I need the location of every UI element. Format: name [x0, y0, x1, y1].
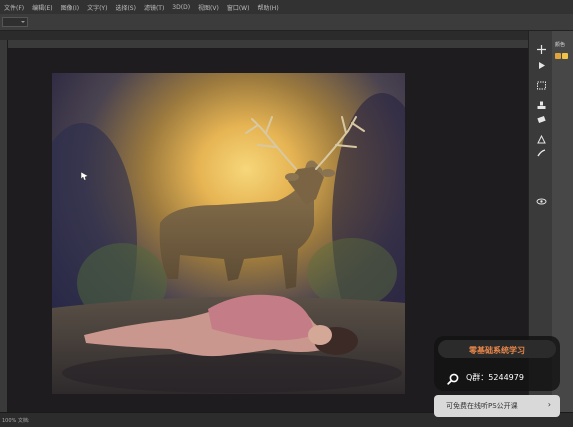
- vertical-ruler[interactable]: [0, 40, 8, 412]
- play-icon[interactable]: [536, 61, 547, 70]
- tool-preset-dropdown[interactable]: [2, 17, 28, 27]
- menu-bar: 文件(F) 编辑(E) 图像(I) 文字(Y) 选择(S) 滤镜(T) 3D(D…: [0, 0, 573, 14]
- menu-edit[interactable]: 编辑(E): [28, 3, 56, 12]
- qq-group-number: Q群：5244979: [466, 373, 524, 382]
- promo-title: 零基础系统学习: [469, 346, 525, 355]
- chevron-right-icon: ›: [547, 400, 551, 409]
- document-tab-bar[interactable]: [0, 31, 528, 40]
- menu-view[interactable]: 视图(V): [194, 3, 223, 12]
- pen-tool-icon[interactable]: [536, 135, 547, 144]
- search-icon: [447, 370, 459, 385]
- horizontal-ruler[interactable]: [8, 40, 528, 55]
- options-bar: [0, 14, 573, 31]
- menu-type[interactable]: 文字(Y): [83, 3, 111, 12]
- promo-overlay: 零基础系统学习 Q群：5244979: [434, 336, 560, 391]
- menu-help[interactable]: 帮助(H): [253, 3, 282, 12]
- background-swatch[interactable]: [562, 53, 568, 59]
- menu-window[interactable]: 窗口(W): [223, 3, 254, 12]
- eye-icon[interactable]: [536, 197, 547, 206]
- mouse-cursor-icon: [80, 166, 90, 181]
- menu-select[interactable]: 选择(S): [111, 3, 140, 12]
- free-course-label: 可免费在线听PS公开课: [446, 402, 518, 410]
- selection-tool-icon[interactable]: [536, 81, 547, 90]
- menu-image[interactable]: 图像(I): [57, 3, 83, 12]
- panel-label-color[interactable]: 颜色: [555, 41, 565, 48]
- menu-filter[interactable]: 滤镜(T): [140, 3, 168, 12]
- zoom-status[interactable]: 100% 文档:: [2, 417, 30, 424]
- stamp-tool-icon[interactable]: [536, 101, 547, 110]
- eraser-tool-icon[interactable]: [536, 115, 547, 124]
- move-tool-icon[interactable]: [536, 45, 547, 54]
- artwork-image[interactable]: [52, 73, 405, 394]
- free-course-button[interactable]: 可免费在线听PS公开课 ›: [434, 395, 560, 417]
- brush-tool-icon[interactable]: [536, 149, 547, 158]
- foreground-swatch[interactable]: [555, 53, 561, 59]
- menu-3d[interactable]: 3D(D): [168, 4, 194, 11]
- menu-file[interactable]: 文件(F): [0, 3, 28, 12]
- deer-and-girl-photo: [52, 73, 405, 394]
